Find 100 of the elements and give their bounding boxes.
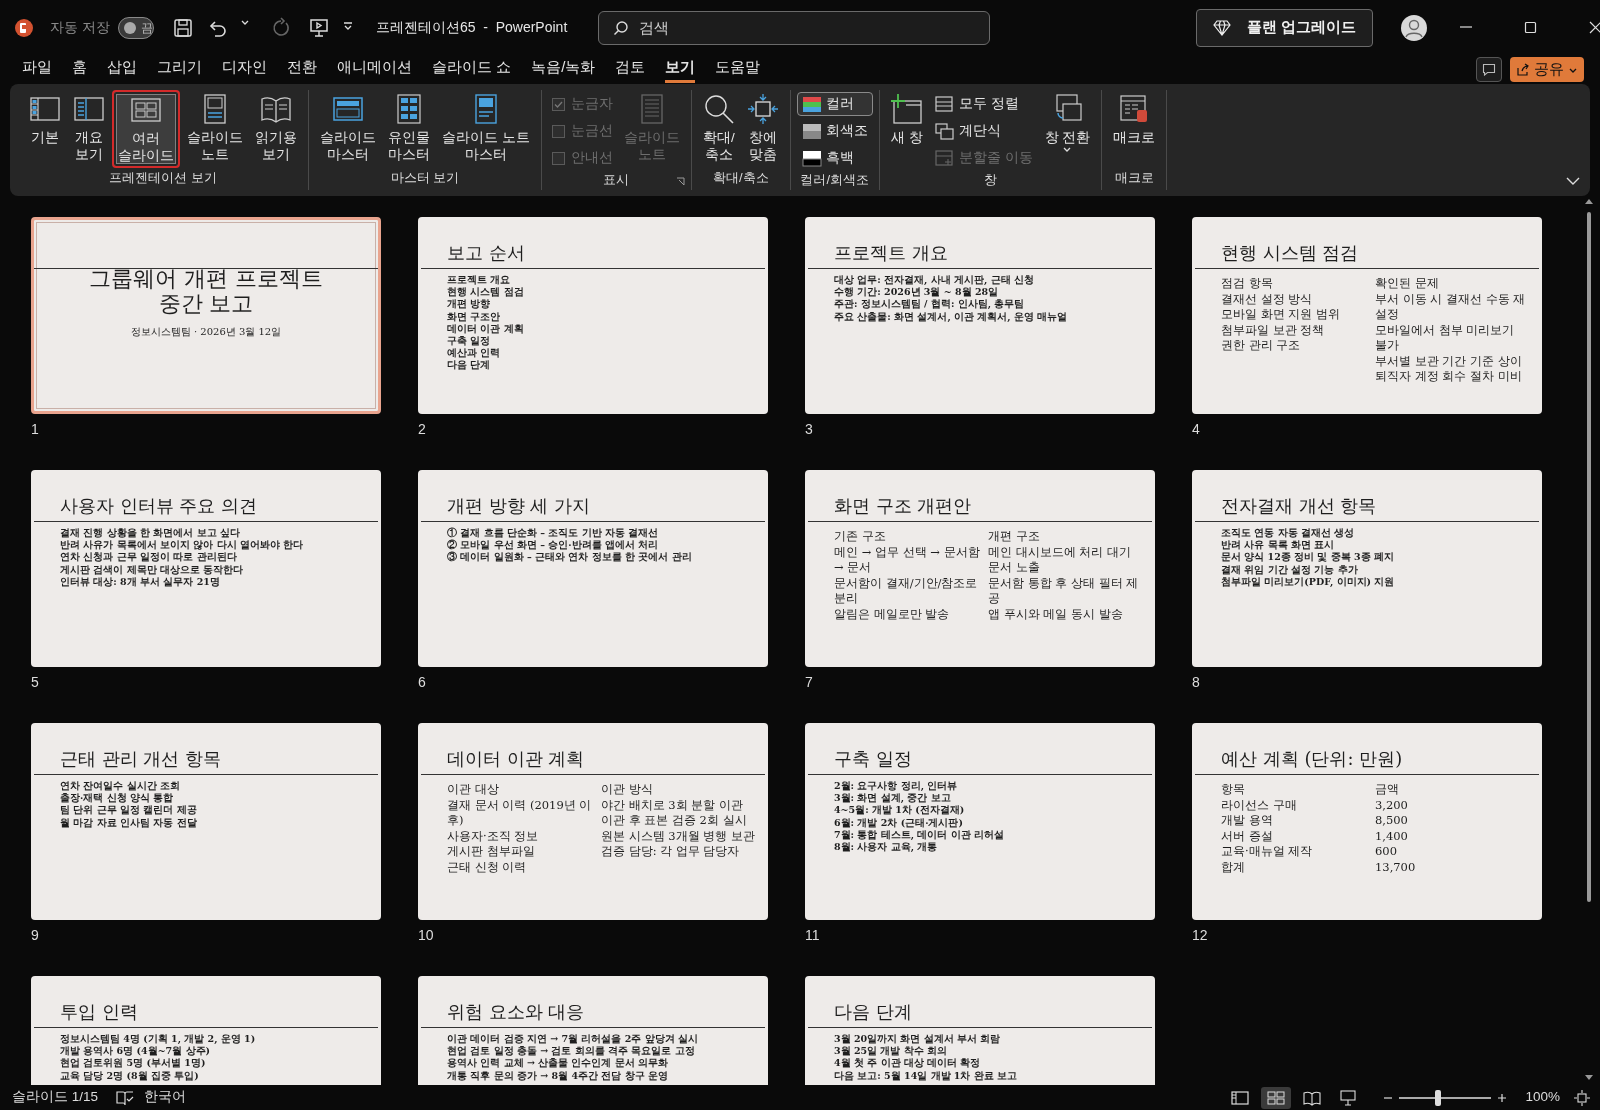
slide-title: 중간 보고 [158, 291, 254, 316]
slide-thumbnail[interactable]: 화면 구조 개편안 기존 구조 메인 → 업무 선택 → 문서함 → 문서 문서함이 결재/기안/참조로 분리 알림은 메일로만 발송 개편 구조 메인 대시보드에 처리 대기 문서 노출 문서함 통합 후 상태 필터 제공 앱 푸시와 메일 동시 발송 [805, 470, 1155, 667]
slide-text: 문서함 통합 후 상태 필터 제공 [988, 575, 1140, 607]
slide-number: 5 [31, 674, 39, 690]
menu-tab[interactable]: 홈 [72, 56, 87, 83]
slide-title: 위험 요소와 대응 [447, 1001, 585, 1023]
group-label: 매크로 [1114, 170, 1154, 185]
comment-button[interactable] [1476, 57, 1502, 82]
upgrade-button[interactable]: 플랜 업그레이드 [1196, 8, 1374, 47]
slide-text: 현업 검토 일정 충돌 → 검토 회의를 격주 목요일로 고정 [447, 1045, 695, 1057]
slide-text: 반려 사유가 목록에서 보이지 않아 다시 열어봐야 한다 [60, 539, 304, 551]
dialog-launcher-icon[interactable] [675, 177, 685, 186]
slide-title: 데이터 이관 계획 [447, 748, 585, 770]
fit-slide-icon[interactable] [1574, 1089, 1590, 1106]
slide-text: 이관 대상 [447, 782, 500, 798]
slide-thumbnail[interactable]: 전자결재 개선 항목 조직도 연동 자동 결재선 생성 반려 사유 목록 화면 표시 문서 양식 12종 정비 및 중복 3종 폐지 결재 위임 기간 설정 기능 추가 첨부파일 미리보기(PDF, 이미지) 지원 [1192, 470, 1542, 667]
ribbon-button[interactable]: 새 창 [885, 90, 928, 149]
ribbon-button[interactable]: 여러 슬라이드 [112, 90, 180, 168]
ribbon-button[interactable]: 읽기용 보기 [250, 90, 302, 166]
slide-thumbnail[interactable]: 위험 요소와 대응 이관 데이터 검증 지연 → 7월 리허설을 2주 앞당겨 실시 현업 검토 일정 충돌 → 검토 회의를 격주 목요일로 고정 용역사 인력 교체 → 산출물 인수인계 문서 의무화 개통 직후 문의 증가 → 8월 4주간 전담 창구 운영 [418, 976, 768, 1085]
ribbon-button[interactable]: 매크로 [1108, 90, 1161, 149]
share-button[interactable]: 공유 [1510, 57, 1584, 82]
slide-title: 보고 순서 [447, 242, 525, 264]
slide-number: 11 [805, 927, 820, 943]
slide-text: 메인 대시보드에 처리 대기 문서 노출 [988, 544, 1132, 576]
menu-tab[interactable]: 도움말 [715, 56, 761, 83]
slide-text: 구축 일정 [447, 335, 491, 346]
avatar-icon[interactable] [1401, 14, 1428, 41]
save-icon[interactable] [171, 16, 194, 39]
slide-thumbnail[interactable]: 개편 방향 세 가지 ① 결재 흐름 단순화 – 조직도 기반 자동 결재선 ② 모바일 우선 화면 – 승인·반려를 앱에서 처리 ③ 데이터 일원화 – 근태와 연차 정보를 한 곳에서 관리 [418, 470, 768, 667]
slide-thumbnail[interactable]: 예산 계획 (단위: 만원) 항목 라이선스 구매 개발 용역 서버 증설 교육·매뉴얼 제작 합계 금액 3,200 8,500 1,400 600 13,700 [1192, 723, 1542, 920]
slide-thumbnail[interactable]: 사용자 인터뷰 주요 의견 결재 진행 상황을 한 화면에서 보고 싶다 반려 사유가 목록에서 보이지 않아 다시 열어봐야 한다 연차 신청과 근무 일정이 따로 관리된다 게시판 검색이 제목만 대상으로 동작한다 인터뷰 대상: 8개 부서 실무자 21명 [31, 470, 381, 667]
slide-text: 다음 보고: 5월 14일 개발 1차 완료 보고 [834, 1069, 1018, 1081]
ribbon-button[interactable]: 확대/ 축소 [697, 90, 740, 166]
zoom-in-icon[interactable] [1497, 1092, 1508, 1103]
slide-number: 8 [1192, 674, 1200, 690]
caret-icon [1062, 146, 1073, 154]
autosave-label: 자동 저장 [50, 18, 110, 37]
app-logo-icon [14, 17, 34, 38]
slide-text: 조직도 연동 자동 결재선 생성 [1221, 527, 1355, 538]
presentation-icon[interactable] [307, 16, 330, 39]
menu-tab[interactable]: 녹음/녹화 [531, 56, 596, 83]
ribbon-button[interactable]: 창 전환 [1039, 90, 1096, 157]
ribbon-button[interactable]: 유인물 마스터 [383, 90, 435, 166]
slide-title: 예산 계획 (단위: 만원) [1221, 748, 1403, 770]
collapse-ribbon-icon[interactable] [1566, 177, 1580, 186]
slide-text: 검증 담당: 각 업무 담당자 [601, 844, 741, 860]
close-icon[interactable] [1589, 21, 1600, 34]
ribbon-button[interactable]: 계단식 [929, 119, 1038, 143]
ribbon-button[interactable]: 개요 보기 [68, 90, 110, 166]
slide-thumbnail[interactable]: 투입 인력 정보시스템팀 4명 (기획 1, 개발 2, 운영 1) 개발 용역사 6명 (4월~7월 상주) 현업 검토위원 5명 (부서별 1명) 교육 담당 2명 (8월 집중 투입) [31, 976, 381, 1085]
menu-tab[interactable]: 그리기 [157, 56, 202, 83]
menu-tab[interactable]: 파일 [22, 56, 52, 83]
slide-text: 8월: 사용자 교육, 개통 [834, 841, 938, 852]
slide-thumbnail[interactable]: 데이터 이관 계획 이관 대상 결재 문서 이력 (2019년 이후) 사용자·조직 정보 게시판 첨부파일 근태 신청 이력 이관 방식 야간 배치로 3회 분할 이관 이관 후 표본 검증 2회 실시 원본 시스템 3개월 병행 보관 검증 담당: 각 업무 담당자 [418, 723, 768, 920]
menu-tab[interactable]: 전환 [287, 56, 317, 83]
ribbon-button[interactable]: 회색조 [796, 119, 873, 143]
slide-text: 팀 단위 근무 일정 캘린더 제공 [60, 804, 197, 816]
zoom-percent[interactable]: 100% [1525, 1087, 1560, 1108]
maximize-icon[interactable] [1524, 21, 1538, 34]
ribbon-button[interactable]: 컬러 [796, 92, 873, 116]
slide-text: ② 모바일 우선 화면 – 승인·반려를 앱에서 처리 [447, 539, 659, 551]
menu-tab[interactable]: 삽입 [107, 56, 137, 83]
slide-text: 8,500 [1375, 813, 1409, 829]
slide-thumbnail[interactable]: 프로젝트 개요 대상 업무: 전자결재, 사내 게시판, 근태 신청 수행 기간: 2026년 3월 ~ 8월 28일 주관: 정보시스템팀 / 협력: 인사팀, 총무팀 주요 산출물: 화면 설계서, 이관 계획서, 운영 매뉴얼 [805, 217, 1155, 414]
ribbon-button[interactable]: 슬라이드 노트 [182, 90, 248, 166]
slide-number: 4 [1192, 421, 1200, 437]
slide-text: 서버 증설 [1221, 828, 1274, 844]
slide-thumbnail[interactable]: 보고 순서 프로젝트 개요 현행 시스템 점검 개편 방향 화면 구조안 데이터 이관 계획 구축 일정 예산과 인력 다음 단계 [418, 217, 768, 414]
slide-text: 모바일에서 첨부 미리보기 불가 [1375, 322, 1516, 354]
slide-text: 게시판 검색이 제목만 대상으로 동작한다 [60, 563, 244, 575]
slide-subtitle: 정보시스템팀 · 2026년 3월 12일 [130, 326, 282, 337]
ribbon-button[interactable]: 창에 맞춤 [741, 90, 784, 166]
view-button[interactable] [1261, 1086, 1292, 1109]
ribbon-button[interactable]: 기본 [24, 90, 66, 149]
ribbon-button[interactable]: 흑백 [796, 146, 873, 170]
slide-thumbnail[interactable]: 현행 시스템 점검 점검 항목 결재선 설정 방식 모바일 화면 지원 범위 첨부파일 보관 정책 권한 관리 구조 확인된 문제 부서 이동 시 결재선 수동 재설정 모바일에서 첨부 미리보기 불가 부서별 보관 기간 기준 상이 퇴직자 계정 회수 절차 미비 [1192, 217, 1542, 414]
slide-thumbnail[interactable]: 다음 단계 3월 20일까지 화면 설계서 부서 회람 3월 25일 개발 착수 회의 4월 첫 주 이관 대상 데이터 확정 다음 보고: 5월 14일 개발 1차 완료 보고 [805, 976, 1155, 1085]
ribbon-button[interactable]: 슬라이드 노트 마스터 [437, 90, 535, 166]
menu-tab[interactable]: 애니메이션 [337, 56, 412, 83]
accessibility-icon[interactable] [116, 1089, 135, 1106]
slide-text: 점검 항목 [1221, 276, 1274, 292]
ribbon-button[interactable]: 모두 정렬 [929, 92, 1038, 116]
slide-counter: 슬라이드 1/15 [12, 1088, 99, 1107]
search-field[interactable]: 검색 [598, 10, 991, 45]
slide-text: 월 마감 자료 인사팀 자동 전달 [60, 816, 197, 828]
fit-window-icon [746, 93, 779, 125]
menu-tab[interactable]: 검토 [615, 56, 646, 83]
slider-thumb[interactable] [1435, 1089, 1442, 1106]
menu-tab[interactable]: 슬라이드 쇼 [432, 56, 512, 83]
menu-tab[interactable]: 디자인 [222, 56, 267, 83]
slide-text: 부서 이동 시 결재선 수동 재설정 [1375, 291, 1527, 323]
slide-text: 권한 관리 구조 [1221, 338, 1302, 354]
autosave-toggle[interactable]: 끔 [117, 16, 154, 39]
slide-text: 7월: 통합 테스트, 데이터 이관 리허설 [834, 828, 1004, 840]
slide-thumbnail[interactable]: 구축 일정 2월: 요구사항 정리, 인터뷰 3월: 화면 설계, 중간 보고 4~5월: 개발 1차 (전자결재) 6월: 개발 2차 (근태·게시판) 7월: 통합 테스트, 데이터 이관 리허설 8월: 사용자 교육, 개통 [805, 723, 1155, 920]
ribbon-button[interactable]: 슬라이드 마스터 [315, 90, 381, 166]
slide-thumbnail[interactable]: 근태 관리 개선 항목 연차 잔여일수 실시간 조회 출장·재택 신청 양식 통합 팀 단위 근무 일정 캘린더 제공 월 마감 자료 인사팀 자동 전달 [31, 723, 381, 920]
slide-text: 메인 → 업무 선택 → 문서함 → 문서 [834, 544, 981, 576]
slide-thumbnail[interactable]: 그룹웨어 개편 프로젝트 중간 보고 정보시스템팀 · 2026년 3월 12일 [31, 217, 381, 414]
